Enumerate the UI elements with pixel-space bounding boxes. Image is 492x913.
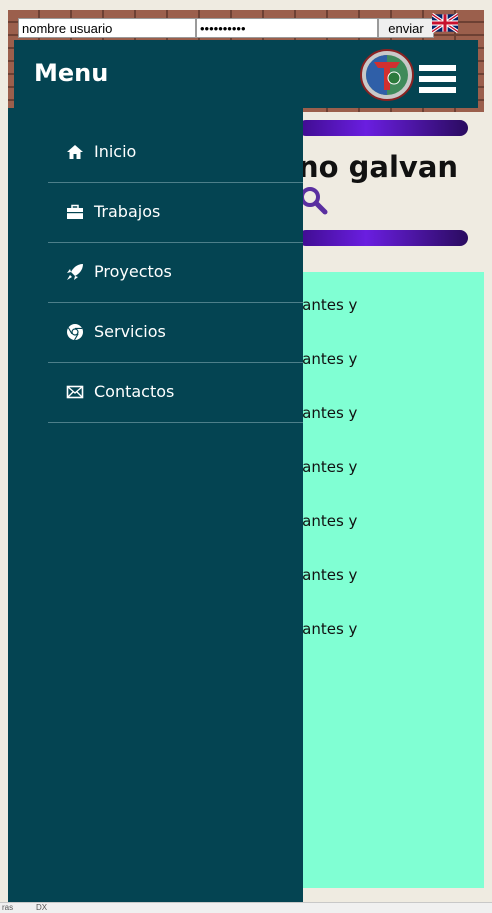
drawer-item-contactos[interactable]: Contactos bbox=[48, 363, 303, 423]
submit-button[interactable]: enviar bbox=[378, 18, 434, 38]
content-row: iantes y bbox=[298, 458, 358, 476]
drawer-item-label: Servicios bbox=[94, 322, 166, 341]
drawer-item-servicios[interactable]: Servicios bbox=[48, 303, 303, 363]
decorative-stripe-bottom bbox=[298, 230, 468, 246]
uk-flag-icon[interactable] bbox=[432, 12, 458, 34]
status-bar: ras DX bbox=[0, 902, 492, 913]
briefcase-icon bbox=[67, 204, 83, 219]
envelope-icon bbox=[66, 385, 84, 399]
content-row: iantes y bbox=[298, 296, 358, 314]
home-icon bbox=[67, 145, 83, 159]
content-panel: iantes y iantes y iantes y iantes y iant… bbox=[298, 272, 484, 888]
side-drawer: Inicio Trabajos Proyectos Servicios Cont… bbox=[8, 108, 303, 902]
school-emblem-logo bbox=[360, 49, 414, 101]
content-row: iantes y bbox=[298, 350, 358, 368]
status-text-left: ras bbox=[2, 903, 14, 912]
username-field[interactable] bbox=[18, 18, 196, 38]
drawer-item-inicio[interactable]: Inicio bbox=[48, 123, 303, 183]
page-title: no galvan bbox=[298, 150, 459, 184]
password-field[interactable] bbox=[196, 18, 378, 38]
decorative-stripe-top bbox=[298, 120, 468, 136]
rocket-icon bbox=[67, 264, 83, 280]
drawer-item-label: Inicio bbox=[94, 142, 137, 161]
content-row: iantes y bbox=[298, 512, 358, 530]
drawer-item-label: Trabajos bbox=[94, 202, 161, 221]
status-text-right: DX bbox=[36, 903, 48, 912]
content-row: iantes y bbox=[298, 620, 358, 638]
login-form: enviar bbox=[8, 12, 484, 40]
chrome-icon bbox=[67, 324, 83, 341]
drawer-item-label: Proyectos bbox=[94, 262, 172, 281]
drawer-item-label: Contactos bbox=[94, 382, 175, 401]
menu-title: Menu bbox=[34, 59, 109, 87]
content-row: iantes y bbox=[298, 404, 358, 422]
drawer-item-trabajos[interactable]: Trabajos bbox=[48, 183, 303, 243]
hamburger-icon[interactable] bbox=[419, 65, 456, 95]
content-row: iantes y bbox=[298, 566, 358, 584]
drawer-item-proyectos[interactable]: Proyectos bbox=[48, 243, 303, 303]
